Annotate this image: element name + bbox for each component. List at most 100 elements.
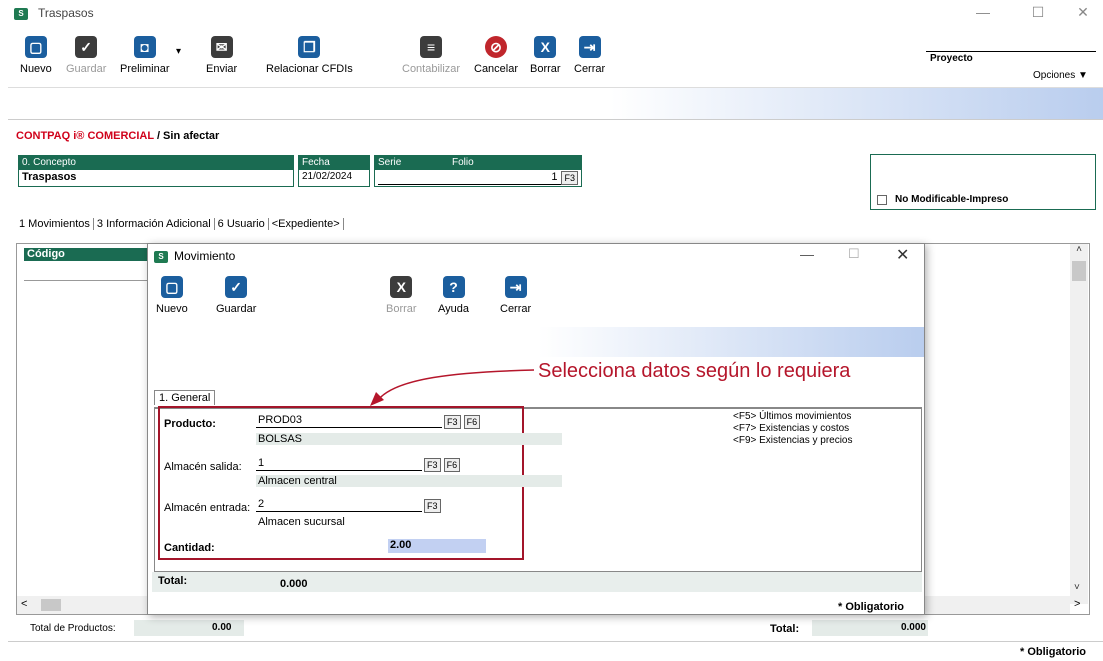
grid-header-codigo: Código xyxy=(24,248,149,261)
dialog-title: Movimiento xyxy=(174,249,236,263)
tab-informacion-adicional[interactable]: 3 Información Adicional xyxy=(93,218,215,230)
proyecto-label: Proyecto xyxy=(930,53,973,64)
relate-icon: ❐ xyxy=(298,36,321,58)
grid-row-divider xyxy=(24,280,149,281)
serie-label: Serie xyxy=(378,157,402,168)
concepto-label: 0. Concepto xyxy=(19,156,293,170)
folio-f3-button[interactable]: F3 xyxy=(561,171,578,185)
cancelar-button[interactable]: ⊘ Cancelar xyxy=(474,36,518,75)
dialog-nuevo-button[interactable]: ▢ Nuevo xyxy=(156,276,188,315)
almacen-entrada-f3-button[interactable]: F3 xyxy=(424,499,441,513)
producto-desc: BOLSAS xyxy=(256,433,562,445)
dialog-borrar-label: Borrar xyxy=(386,303,417,315)
main-total-value: 0.000 xyxy=(900,622,926,633)
preliminar-dropdown-icon[interactable]: ▾ xyxy=(176,46,181,57)
hint-f7: <F7> Existencias y costos xyxy=(733,423,850,434)
tab-movimientos[interactable]: 1 Movimientos xyxy=(16,218,94,230)
tab-expediente[interactable]: <Expediente> xyxy=(268,218,344,230)
serie-folio-values: 1 F3 xyxy=(375,170,581,186)
enviar-button[interactable]: ✉ Enviar xyxy=(206,36,237,75)
nuevo-button[interactable]: ▢ Nuevo xyxy=(20,36,52,75)
producto-f6-button[interactable]: F6 xyxy=(463,415,481,429)
guardar-button[interactable]: ✓ Guardar xyxy=(66,36,106,75)
folio-input[interactable]: 1 xyxy=(448,171,562,185)
contabilizar-button[interactable]: ≡ Contabilizar xyxy=(402,36,460,75)
relacionar-label: Relacionar CFDIs xyxy=(266,63,353,75)
dialog-obligatorio-note: * Obligatorio xyxy=(838,601,904,613)
preliminar-label: Preliminar xyxy=(120,63,170,75)
no-modificable-checkbox[interactable] xyxy=(877,195,887,205)
total-productos-label: Total de Productos: xyxy=(30,623,116,634)
cantidad-input[interactable]: 2.00 xyxy=(388,539,486,553)
dialog-borrar-button[interactable]: X Borrar xyxy=(386,276,417,315)
cancel-icon: ⊘ xyxy=(485,36,508,58)
almacen-entrada-input[interactable]: 2 xyxy=(256,498,422,512)
annotation-text: Selecciona datos según lo requiera xyxy=(538,360,851,382)
borrar-button[interactable]: X Borrar xyxy=(530,36,561,75)
preliminar-button[interactable]: ◘ Preliminar xyxy=(120,36,170,75)
scroll-left-icon[interactable]: < xyxy=(21,598,27,610)
hint-f9: <F9> Existencias y precios xyxy=(733,435,853,446)
almacen-salida-f6-button[interactable]: F6 xyxy=(443,458,461,472)
cancelar-label: Cancelar xyxy=(474,63,519,75)
dialog-cerrar-button[interactable]: ⇥ Cerrar xyxy=(500,276,531,315)
producto-f3-button[interactable]: F3 xyxy=(444,415,461,429)
producto-input[interactable]: PROD03 xyxy=(256,414,442,428)
dialog-close-icon[interactable]: ✕ xyxy=(896,245,909,265)
close-icon[interactable]: ✕ xyxy=(1063,4,1103,24)
cerrar-button[interactable]: ⇥ Cerrar xyxy=(574,36,605,75)
check-icon: ✓ xyxy=(75,36,98,58)
almacen-entrada-function-keys: F3 xyxy=(424,499,441,513)
dialog-total-label: Total: xyxy=(158,575,188,587)
total-productos-value: 0.00 xyxy=(212,622,232,633)
dialog-ayuda-button[interactable]: ? Ayuda xyxy=(438,276,469,315)
dialog-minimize-icon[interactable]: — xyxy=(800,246,814,262)
maximize-icon[interactable]: ☐ xyxy=(1018,4,1058,24)
exit-icon: ⇥ xyxy=(578,36,601,58)
almacen-salida-f3-button[interactable]: F3 xyxy=(424,458,441,472)
minimize-icon[interactable]: — xyxy=(963,4,1003,24)
tab-usuario[interactable]: 6 Usuario xyxy=(214,218,269,230)
scroll-down-icon[interactable]: ˅ xyxy=(1074,582,1080,593)
tab-general[interactable]: 1. General xyxy=(154,390,216,405)
concepto-field[interactable]: 0. Concepto Traspasos xyxy=(18,155,294,187)
borrar-label: Borrar xyxy=(530,63,561,75)
brand-name: CONTPAQ i® COMERCIAL xyxy=(16,130,154,142)
dialog-maximize-icon[interactable]: ☐ xyxy=(848,246,860,262)
help-icon: ? xyxy=(442,276,465,298)
almacen-entrada-desc: Almacen sucursal xyxy=(258,516,345,528)
new-document-icon: ▢ xyxy=(160,276,183,298)
main-title-bar: S Traspasos — ☐ ✕ xyxy=(8,0,1103,28)
vertical-scrollbar[interactable]: ˄ ˅ xyxy=(1070,244,1088,604)
scroll-thumb[interactable] xyxy=(1072,261,1086,281)
document-status: / Sin afectar xyxy=(156,130,220,142)
almacen-entrada-label: Almacén entrada: xyxy=(164,502,251,514)
almacen-salida-input[interactable]: 1 xyxy=(256,457,422,471)
main-obligatorio-note: * Obligatorio xyxy=(1020,646,1086,658)
opciones-label: Opciones xyxy=(1033,70,1076,81)
proyecto-divider xyxy=(926,51,1096,52)
app-icon: S xyxy=(14,8,28,20)
delete-icon: X xyxy=(390,276,413,298)
fecha-field[interactable]: Fecha 21/02/2024 xyxy=(298,155,370,187)
almacen-salida-function-keys: F3 F6 xyxy=(424,458,461,472)
scroll-right-icon[interactable]: > xyxy=(1074,598,1080,610)
relacionar-cfdis-button[interactable]: ❐ Relacionar CFDIs xyxy=(266,36,353,75)
serie-folio-field: Serie Folio 1 F3 xyxy=(374,155,582,187)
opciones-menu[interactable]: Opciones ▼ xyxy=(1033,70,1088,81)
brand-line: CONTPAQ i® COMERCIAL / Sin afectar xyxy=(16,130,219,142)
dialog-cerrar-label: Cerrar xyxy=(500,303,532,315)
dialog-guardar-button[interactable]: ✓ Guardar xyxy=(216,276,256,315)
new-document-icon: ▢ xyxy=(24,36,47,58)
accounting-icon: ≡ xyxy=(420,36,443,58)
dialog-app-icon: S xyxy=(154,251,168,263)
serie-input[interactable] xyxy=(378,171,448,185)
hscroll-thumb[interactable] xyxy=(41,599,61,611)
main-total-label: Total: xyxy=(770,623,800,635)
contabilizar-label: Contabilizar xyxy=(402,63,461,75)
main-window-title: Traspasos xyxy=(38,6,94,20)
concepto-value: Traspasos xyxy=(22,171,77,183)
cantidad-label: Cantidad: xyxy=(164,542,215,554)
fecha-label: Fecha xyxy=(299,156,369,170)
scroll-up-icon[interactable]: ˄ xyxy=(1070,244,1088,255)
